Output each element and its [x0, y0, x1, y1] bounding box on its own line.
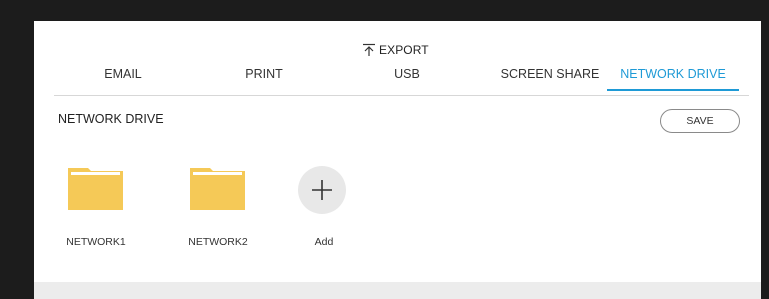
folder-icon: [68, 168, 123, 210]
tab-email[interactable]: EMAIL: [62, 65, 184, 89]
tab-print[interactable]: PRINT: [203, 65, 325, 89]
add-network-drive-button[interactable]: Add: [284, 166, 364, 256]
export-header: EXPORT: [362, 42, 429, 58]
bottom-bar: [34, 282, 761, 299]
active-tab-indicator: [607, 89, 739, 91]
section-title: NETWORK DRIVE: [58, 112, 164, 126]
export-panel: EXPORT EMAIL PRINT USB SCREEN SHARE NETW…: [34, 21, 761, 299]
tab-network-drive[interactable]: NETWORK DRIVE: [607, 65, 739, 89]
item-label: NETWORK1: [66, 236, 126, 248]
item-label: NETWORK2: [188, 236, 248, 248]
add-circle: [298, 166, 346, 214]
tab-bar: EMAIL PRINT USB SCREEN SHARE NETWORK DRI…: [62, 65, 738, 89]
item-label: Add: [314, 236, 334, 248]
tab-screen-share[interactable]: SCREEN SHARE: [489, 65, 611, 89]
save-button[interactable]: SAVE: [660, 109, 740, 133]
export-title: EXPORT: [379, 43, 429, 57]
network-drive-item[interactable]: NETWORK1: [56, 166, 136, 256]
export-icon: [363, 43, 375, 56]
plus-icon: [312, 180, 332, 200]
tab-usb[interactable]: USB: [346, 65, 468, 89]
divider: [54, 95, 749, 96]
network-drive-item[interactable]: NETWORK2: [178, 166, 258, 256]
folder-icon: [190, 168, 245, 210]
